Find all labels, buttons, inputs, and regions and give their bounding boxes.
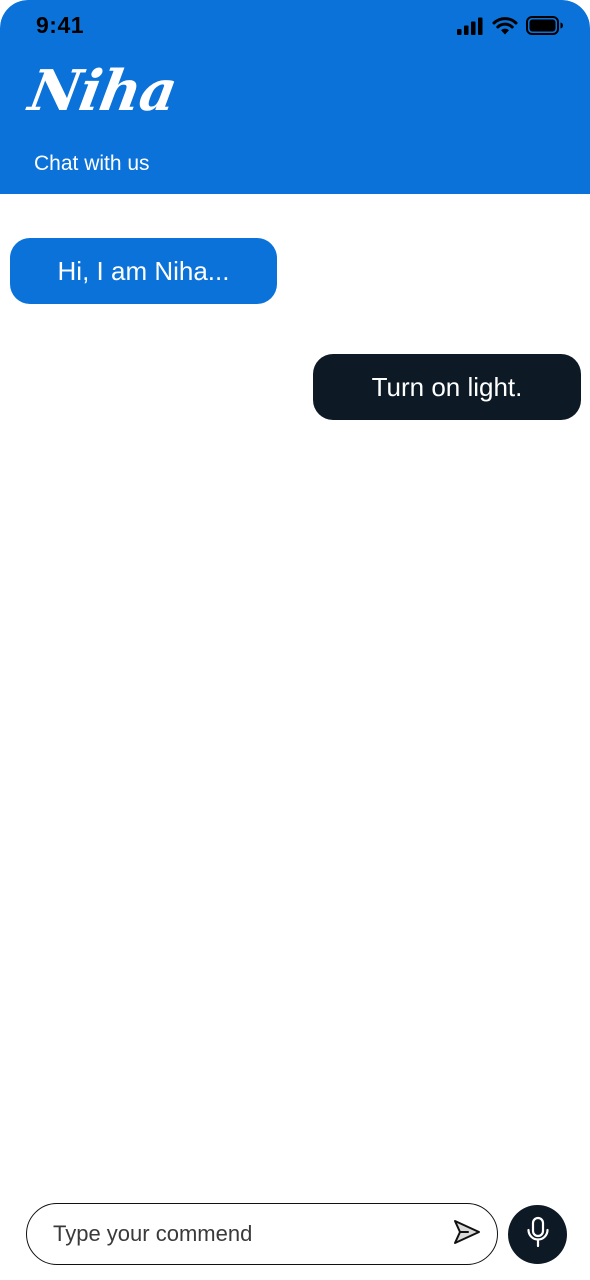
message-input[interactable] xyxy=(53,1204,433,1263)
bot-message-text: Hi, I am Niha... xyxy=(57,255,230,286)
user-message-bubble: Turn on light. xyxy=(313,354,581,420)
message-composer xyxy=(26,1203,498,1265)
status-icons xyxy=(456,16,564,40)
bot-message-bubble: Hi, I am Niha... xyxy=(10,238,277,304)
chat-header: 9:41 Niha Chat with us xyxy=(0,0,590,194)
microphone-icon xyxy=(525,1216,551,1253)
brand-logo: Niha xyxy=(24,58,182,124)
battery-icon xyxy=(526,16,564,40)
wifi-icon xyxy=(492,16,518,40)
status-bar: 9:41 xyxy=(0,0,590,56)
send-button[interactable] xyxy=(451,1218,483,1250)
send-icon xyxy=(452,1217,482,1252)
header-subtitle: Chat with us xyxy=(34,152,150,175)
chat-screen: 9:41 Niha Chat with us Hi, I am Niha... … xyxy=(0,0,590,1280)
status-time: 9:41 xyxy=(36,12,85,38)
signal-icon xyxy=(456,17,484,40)
user-message-text: Turn on light. xyxy=(371,371,523,402)
microphone-button[interactable] xyxy=(508,1205,567,1264)
